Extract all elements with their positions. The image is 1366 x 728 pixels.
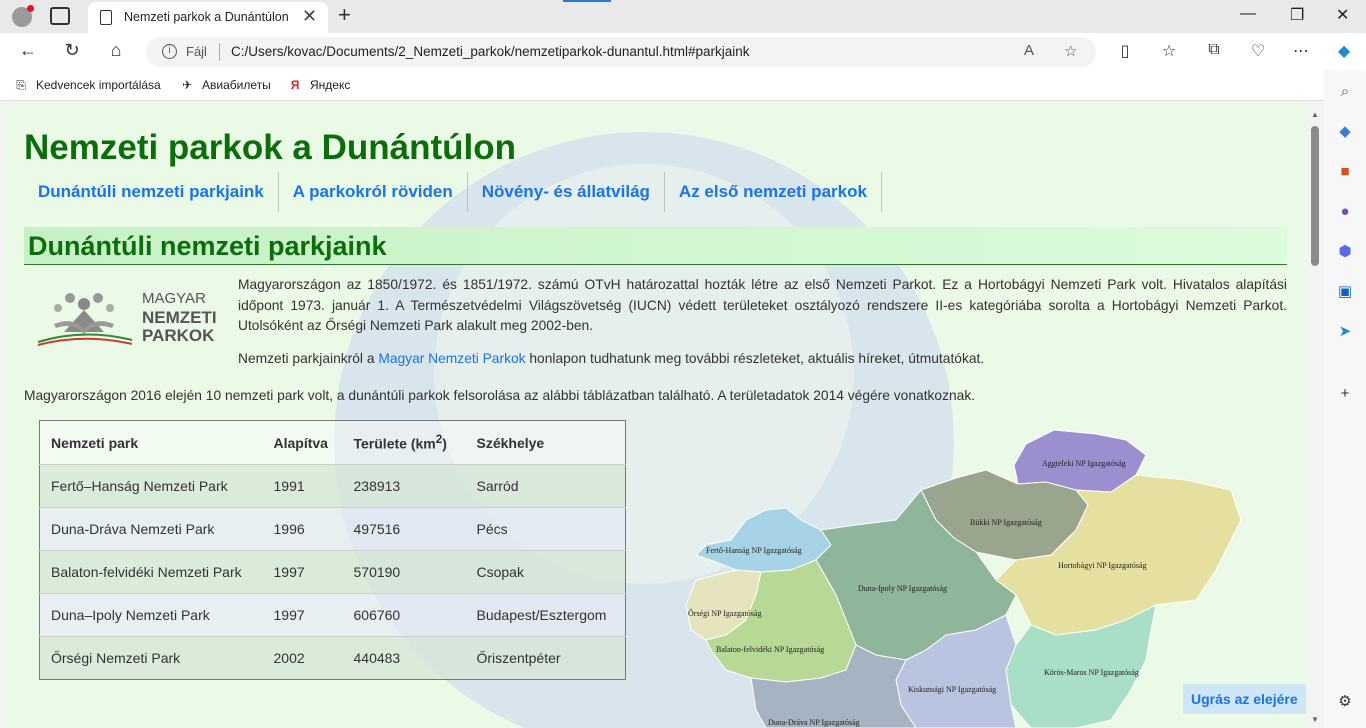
favorites-icon[interactable]: ☆: [1158, 41, 1180, 61]
split-screen-icon[interactable]: ▯: [1114, 41, 1136, 61]
tab-title: Nemzeti parkok a Dunántúlon: [124, 10, 289, 24]
add-sidebar-icon[interactable]: +: [1335, 384, 1355, 404]
logo-emblem-icon: [37, 293, 133, 346]
map-label-orsegi: Őrségi NP Igazgatóság: [688, 608, 761, 618]
favorites-bar: ⎘ Kedvencek importálása ✈ Авиабилеты Я Янде…: [0, 70, 1366, 101]
send-icon[interactable]: ➤: [1335, 322, 1355, 342]
address-bar-row: ← ↻ ⌂ i Fájl C:/Users/kovac/Documents/2_…: [0, 33, 1366, 70]
table-header-row: Nemzeti park Alapítva Területe (km2) Szé…: [39, 420, 626, 465]
table-row: Fertő–Hanság Nemzeti Park 1991 238913 Sarró…: [39, 464, 626, 508]
map-label-bukki: Bükki NP Igazgatóság: [970, 518, 1042, 527]
map-label-ferto: Fertő-Hanság NP Igazgatóság: [706, 546, 802, 555]
page-title: Nemzeti parkok a Dunántúlon: [24, 128, 517, 167]
tools-icon[interactable]: ■: [1335, 162, 1355, 182]
yandex-icon: Я: [290, 78, 300, 92]
favorite-import[interactable]: ⎘ Kedvencek importálása: [14, 78, 161, 93]
map-label-dunadrava: Duna-Dráva NP Igazgatóság: [768, 718, 860, 727]
active-tab[interactable]: Nemzeti parkok a Dunántúlon ✕: [88, 2, 328, 33]
nav-parkjaink[interactable]: Dunántúli nemzeti parkjaink: [24, 172, 279, 212]
map-label-aggteleki: Aggteleki NP Igazgatóság: [1042, 459, 1126, 468]
table-row: Őrségi Nemzeti Park 2002 440483 Őriszentpét…: [39, 636, 626, 680]
copilot-icon[interactable]: ◆: [1333, 41, 1355, 61]
refresh-icon[interactable]: ↻: [60, 40, 84, 61]
profile-avatar[interactable]: [12, 5, 34, 27]
table-row: Duna–Ipoly Nemzeti Park 1997 606760 Budapes…: [39, 593, 626, 637]
vertical-scrollbar[interactable]: ▲ ▼: [1308, 104, 1322, 728]
home-icon[interactable]: ⌂: [104, 40, 128, 61]
table-row: Duna-Dráva Nemzeti Park 1996 497516 Pécs: [39, 507, 626, 551]
map-label-balaton: Balaton-felvidéki NP Igazgatóság: [716, 645, 824, 654]
import-icon: ⎘: [16, 78, 26, 92]
loading-indicator: [563, 0, 611, 2]
scroll-up-icon[interactable]: ▲: [1311, 110, 1319, 119]
map-label-hortobagyi: Hortobágyi NP Igazgatóság: [1058, 561, 1147, 570]
national-parks-map: Aggteleki NP Igazgatóság Bükki NP Igazga…: [685, 429, 1242, 728]
more-menu-icon[interactable]: ⋯: [1290, 41, 1312, 61]
magyar-nemzeti-parkok-link[interactable]: Magyar Nemzeti Parkok: [378, 351, 525, 366]
intro-paragraph: Magyarországon az 1850/1972. és 1851/197…: [238, 277, 1287, 333]
info-icon[interactable]: i: [162, 44, 177, 59]
favorite-yandex[interactable]: Я Яндекс: [288, 78, 351, 92]
col-header-seat: Székhelye: [465, 420, 626, 465]
map-label-korosmaros: Körös-Maros NP Igazgatóság: [1044, 668, 1139, 677]
scroll-down-icon[interactable]: ▼: [1311, 715, 1319, 724]
back-icon[interactable]: ←: [16, 40, 40, 61]
nav-elso-parkok[interactable]: Az első nemzeti parkok: [665, 172, 882, 212]
settings-icon[interactable]: ⚙: [1335, 692, 1355, 712]
address-bar[interactable]: i Fájl C:/Users/kovac/Documents/2_Nemzet…: [146, 37, 1096, 67]
divider: [219, 43, 220, 61]
intro-link-paragraph: Nemzeti parkjainkról a Magyar Nemzeti Pa…: [238, 351, 985, 366]
parks-table: Nemzeti park Alapítva Területe (km2) Szé…: [39, 420, 626, 680]
edge-sidebar: ⌕ ◆ ■ ● ⬢ ▣ ➤ + ⚙: [1324, 70, 1366, 728]
copilot-app-icon[interactable]: ⬢: [1335, 242, 1355, 262]
page-viewport: Nemzeti parkok a Dunántúlon Dunántúli ne…: [4, 104, 1322, 728]
section-title: Dunántúli nemzeti parkjaink: [24, 227, 1287, 265]
back-to-top-button[interactable]: Ugrás az elejére: [1183, 684, 1306, 714]
nav-novenyvilag[interactable]: Növény- és állatvilág: [468, 172, 665, 212]
tab-strip: Nemzeti parkok a Dunántúlon ✕ + — ❐ ✕: [0, 0, 1366, 33]
table-row: Balaton-felvidéki Nemzeti Park 1997 570190…: [39, 550, 626, 594]
browser-essentials-icon[interactable]: ♡: [1247, 41, 1269, 61]
col-header-area: Területe (km2): [342, 420, 466, 465]
new-tab-icon[interactable]: +: [338, 2, 351, 28]
shopping-tag-icon[interactable]: ◆: [1335, 122, 1355, 142]
close-window-icon[interactable]: ✕: [1336, 5, 1349, 25]
outlook-icon[interactable]: ▣: [1335, 282, 1355, 302]
collections-icon[interactable]: ⧉: [1203, 41, 1225, 59]
url-protocol: Fájl: [186, 44, 207, 59]
restore-icon[interactable]: ❐: [1290, 5, 1304, 25]
nav-roviden[interactable]: A parkokról röviden: [279, 172, 468, 212]
read-aloud-icon[interactable]: A: [1024, 42, 1034, 59]
search-icon[interactable]: ⌕: [1335, 82, 1355, 102]
map-label-dunaipoly: Duna-Ipoly NP Igazgatóság: [858, 584, 947, 593]
map-label-kiskunsagi: Kiskunsági NP Igazgatóság: [908, 685, 996, 694]
magyar-nemzeti-parkok-logo: MAGYAR NEMZETI PARKOK: [34, 284, 224, 348]
scrollbar-thumb[interactable]: [1311, 126, 1319, 266]
document-icon: [100, 10, 112, 25]
people-icon[interactable]: ●: [1335, 202, 1355, 222]
url-text[interactable]: C:/Users/kovac/Documents/2_Nemzeti_parko…: [231, 44, 749, 59]
plane-icon: ✈: [181, 78, 193, 92]
col-header-founded: Alapítva: [262, 420, 343, 465]
tab-actions-icon[interactable]: [50, 7, 70, 25]
table-intro-paragraph: Magyarországon 2016 elején 10 nemzeti pa…: [24, 388, 976, 403]
favorite-aviabilety[interactable]: ✈ Авиабилеты: [180, 78, 271, 92]
favorite-star-icon[interactable]: ☆: [1064, 42, 1077, 60]
minimize-icon[interactable]: —: [1240, 5, 1256, 23]
close-tab-icon[interactable]: ✕: [302, 6, 317, 27]
col-header-park: Nemzeti park: [39, 420, 263, 465]
top-navigation: Dunántúli nemzeti parkjaink A parkokról …: [24, 172, 882, 212]
